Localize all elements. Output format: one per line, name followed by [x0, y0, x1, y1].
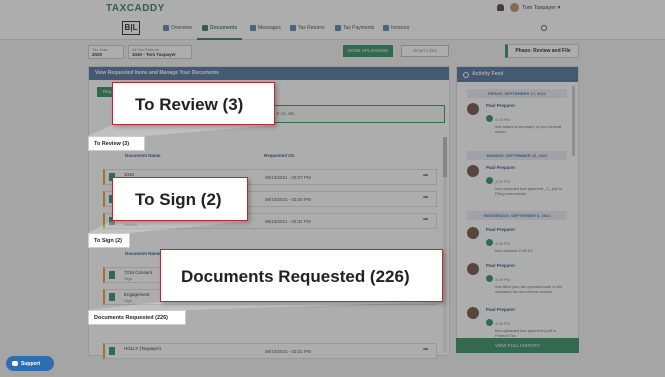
- documents-requested-callout: Documents Requested (226): [160, 249, 443, 302]
- support-label: Support: [21, 360, 41, 367]
- to-review-label[interactable]: To Review (3): [88, 136, 145, 151]
- sign-connector: [88, 221, 248, 233]
- review-connector: [88, 125, 275, 136]
- to-sign-callout: To Sign (2): [112, 177, 248, 221]
- to-review-callout: To Review (3): [112, 82, 275, 125]
- docs-connector: [88, 302, 443, 310]
- chat-icon: [12, 361, 18, 366]
- to-sign-label[interactable]: To Sign (2): [88, 233, 130, 248]
- documents-requested-label[interactable]: Documents Requested (226): [88, 310, 186, 325]
- support-button[interactable]: Support: [6, 356, 54, 371]
